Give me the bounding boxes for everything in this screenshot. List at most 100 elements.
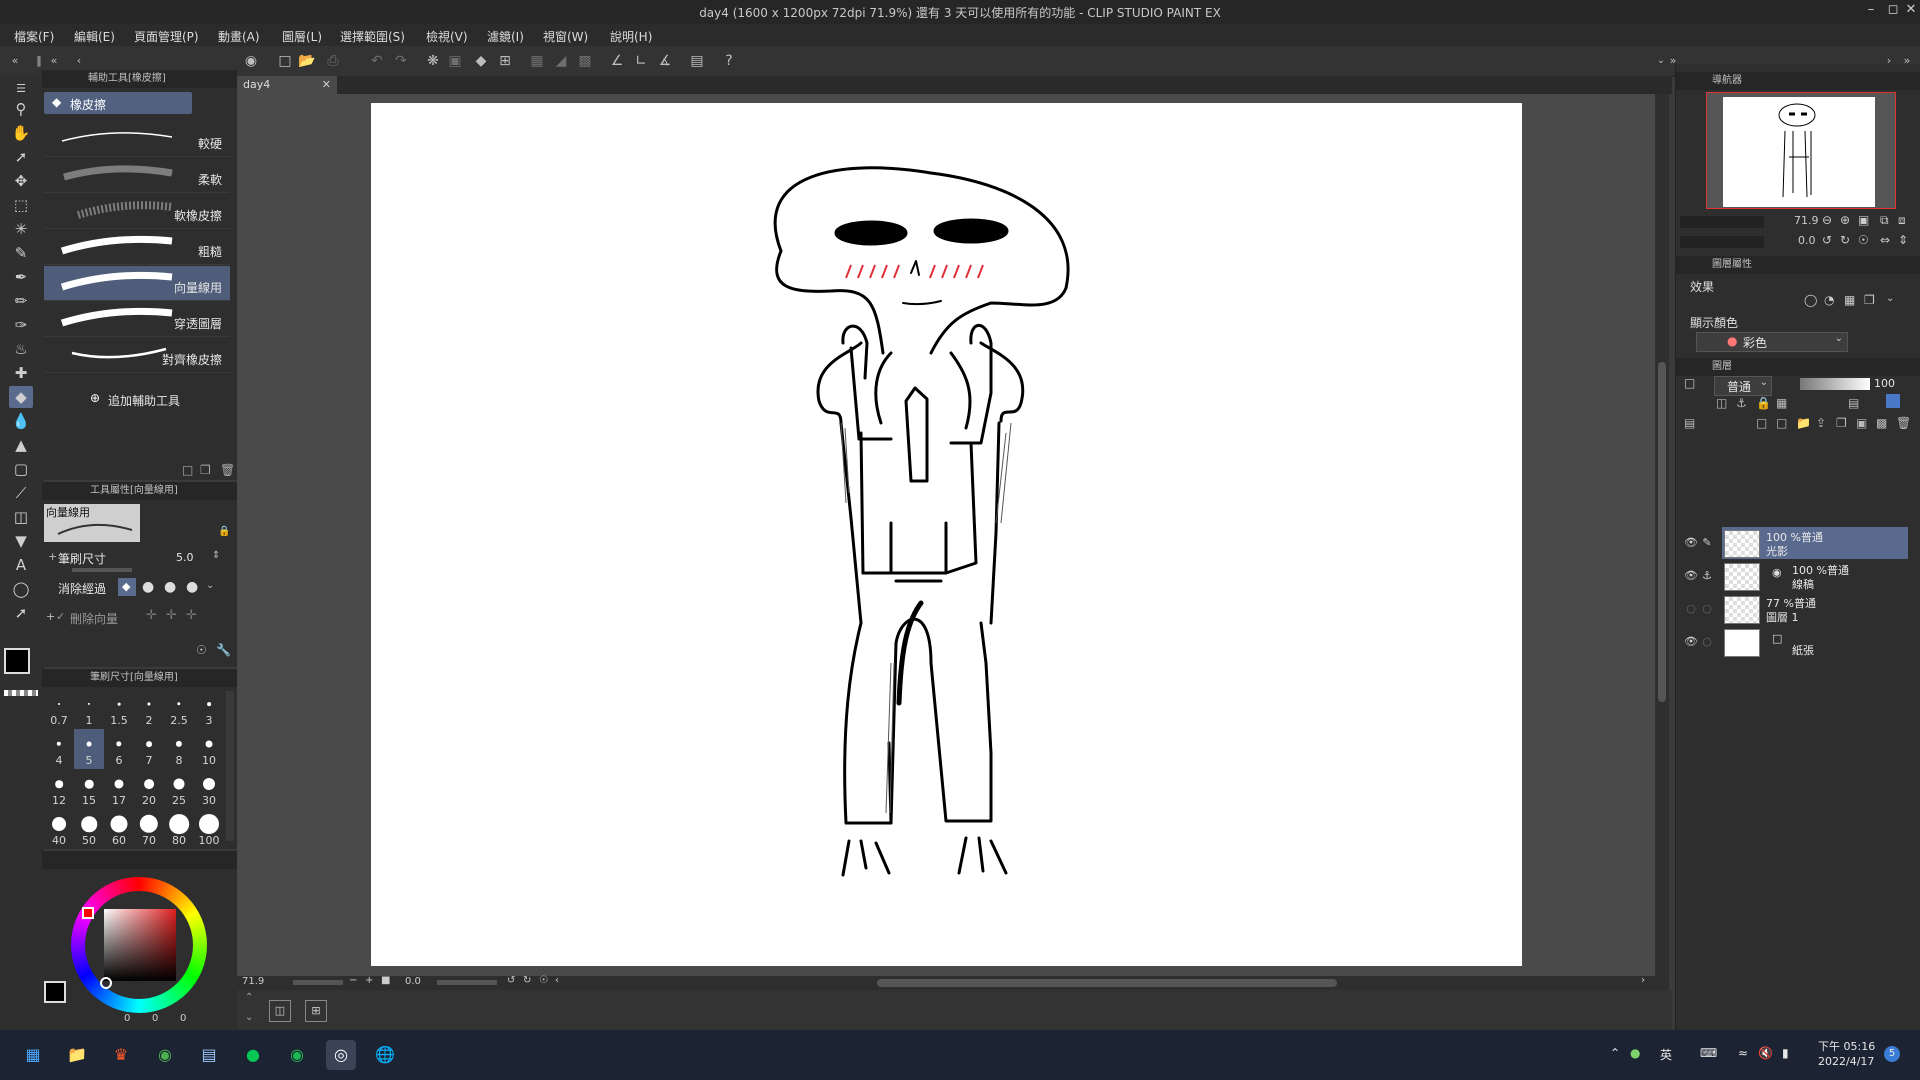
brush-size-option[interactable]: 60 — [104, 809, 134, 849]
saturation-value-square[interactable] — [104, 909, 176, 981]
navigator-preview[interactable] — [1706, 92, 1896, 209]
eye-icon[interactable]: 👁 — [1684, 569, 1698, 583]
document-tab[interactable]: day4 ✕ — [237, 76, 337, 94]
fit-window-icon[interactable]: ⊞ — [305, 1000, 327, 1022]
brush-item-vector[interactable]: 向量線用 — [44, 266, 230, 301]
copy-subtool-icon[interactable]: □ — [182, 463, 193, 477]
layer-color-icon[interactable]: □ — [1684, 376, 1695, 390]
brush-size-option[interactable]: 100 — [194, 809, 224, 849]
balloon-tool-icon[interactable]: ◯ — [9, 578, 33, 600]
menu-edit[interactable]: 編輯(E) — [74, 28, 115, 45]
layer-panel-menu-icon[interactable]: ▤ — [1684, 416, 1695, 430]
clock-time[interactable]: 下午 05:16 — [1818, 1038, 1875, 1054]
menu-icon[interactable]: ☰ — [9, 78, 33, 100]
chevron-left-icon[interactable]: ‹ — [70, 52, 88, 70]
figure-tool-icon[interactable]: ⟋ — [9, 482, 33, 504]
size-stepper-icon[interactable]: ⇕ — [212, 550, 220, 561]
brush-size-option[interactable]: 17 — [104, 769, 134, 809]
panel-toggle-icon[interactable]: ◫ — [269, 1000, 291, 1022]
lock-icon[interactable]: 🔒 — [218, 526, 230, 537]
reset-rotation-icon[interactable]: ☉ — [1858, 233, 1869, 247]
auto-select-icon[interactable]: ✳ — [9, 218, 33, 240]
brush-size-value[interactable]: 5.0 — [176, 551, 194, 564]
new-folder-icon[interactable]: 📁 — [1796, 416, 1811, 430]
opacity-slider[interactable] — [1800, 378, 1870, 390]
transparent-color-swatch[interactable] — [4, 690, 38, 696]
brush-size-option[interactable]: 8 — [164, 729, 194, 769]
menu-view[interactable]: 檢視(V) — [426, 28, 468, 45]
navigator-rotation-slider[interactable] — [1680, 236, 1764, 248]
brush-size-option[interactable]: 6 — [104, 729, 134, 769]
chevron-down-icon[interactable]: ⌄ — [1886, 293, 1894, 304]
layer-row[interactable]: 77 %普通 圖層 1 — [1722, 593, 1908, 625]
subtool-group-eraser[interactable]: ◆ 橡皮擦 — [44, 92, 192, 114]
grid-snap-icon[interactable]: ∡ — [656, 52, 674, 70]
eye-hidden-icon[interactable]: ○ — [1684, 602, 1698, 616]
reset-rotation-icon[interactable]: ☉ — [539, 975, 548, 986]
brush-size-option[interactable]: 0.7 — [44, 689, 74, 729]
brush-size-option[interactable]: 3 — [194, 689, 224, 729]
rotation-readout[interactable]: 0.0 — [405, 976, 421, 987]
fit-icon[interactable]: ▣ — [1858, 213, 1869, 227]
windows-start-icon[interactable]: ▦ — [18, 1040, 48, 1070]
rotation-slider[interactable] — [437, 980, 497, 985]
trash-icon[interactable]: 🗑 — [1896, 416, 1911, 430]
delete-vector-option-icon[interactable]: ✛ — [146, 608, 157, 623]
delete-vector-option-icon[interactable]: ✛ — [166, 608, 177, 623]
volume-muted-icon[interactable]: 🔇 — [1758, 1046, 1773, 1060]
lock-icon[interactable]: 🔒 — [1756, 396, 1771, 410]
brush-size-option[interactable]: 50 — [74, 809, 104, 849]
reset-icon[interactable]: ☉ — [196, 643, 207, 657]
trash-icon[interactable]: 🗑 — [220, 463, 235, 477]
hue-handle[interactable] — [82, 907, 94, 919]
close-icon[interactable]: ✕ — [1900, 2, 1920, 17]
brush-item-soft-eraser[interactable]: 軟橡皮擦 — [44, 194, 230, 229]
airbrush-icon[interactable]: ♨ — [9, 338, 33, 360]
rotate-left-icon[interactable]: ↺ — [1822, 233, 1832, 247]
new-raster-layer-icon[interactable]: □ — [1756, 416, 1767, 430]
rotate-left-icon[interactable]: ↺ — [507, 975, 515, 986]
erase-mode-option-3[interactable]: ● — [164, 579, 176, 595]
menu-selection[interactable]: 選擇範圍(S) — [340, 28, 405, 45]
clip-studio-icon[interactable]: ◉ — [242, 52, 260, 70]
brave-browser-icon[interactable]: ♛ — [106, 1040, 136, 1070]
zoom-in-icon[interactable]: ⊕ — [1840, 213, 1850, 227]
brush-size-option[interactable]: 20 — [134, 769, 164, 809]
merge-down-icon[interactable]: ❐ — [1836, 416, 1847, 430]
blend-mode-dropdown[interactable]: 普通 ⌄ — [1714, 376, 1772, 396]
fit-navigator-icon[interactable]: ⧈ — [1898, 213, 1906, 228]
brush-item-rough[interactable]: 粗糙 — [44, 230, 230, 265]
add-mask-icon[interactable]: ▣ — [1856, 416, 1867, 430]
fit-icon[interactable]: ■ — [381, 975, 390, 986]
delete-vector-option-icon[interactable]: ✛ — [186, 608, 197, 623]
frame-border-icon[interactable]: ◫ — [9, 506, 33, 528]
zoom-slider[interactable] — [293, 980, 343, 985]
brush-size-option[interactable]: 25 — [164, 769, 194, 809]
file-explorer-icon[interactable]: 📁 — [62, 1040, 92, 1070]
chevron-down-icon[interactable]: ⌄ — [206, 580, 214, 591]
fill-icon[interactable]: ◆ — [472, 52, 490, 70]
menu-page[interactable]: 頁面管理(P) — [134, 28, 199, 45]
scroll-right-icon[interactable]: › — [1641, 975, 1645, 986]
canvas-paper[interactable] — [371, 103, 1522, 966]
brush-size-option[interactable]: 2 — [134, 689, 164, 729]
chevron-up-icon[interactable]: ⌃ — [1610, 1046, 1620, 1060]
invert-selection-icon[interactable]: ◢ — [552, 52, 570, 70]
brush-size-option[interactable]: 7 — [134, 729, 164, 769]
flip-horizontal-icon[interactable]: ⇔ — [1880, 233, 1890, 247]
redo-icon[interactable]: ↷ — [392, 52, 410, 70]
layer-color-swatch[interactable] — [1886, 394, 1900, 408]
line-tray-icon[interactable]: ● — [1630, 1046, 1640, 1060]
brush-size-option[interactable]: 70 — [134, 809, 164, 849]
line-app-icon[interactable]: ● — [238, 1040, 268, 1070]
collapse-left-icon[interactable]: « — [6, 52, 24, 70]
opacity-value[interactable]: 100 — [1874, 377, 1895, 390]
flip-vertical-icon[interactable]: ⇕ — [1898, 233, 1908, 247]
minimize-icon[interactable]: – — [1860, 2, 1882, 17]
brush-size-option[interactable]: 4 — [44, 729, 74, 769]
tool-preset-preview[interactable]: 向量線用 — [44, 504, 140, 542]
zoom-tool-icon[interactable]: ⚲ — [9, 98, 33, 120]
rotate-right-icon[interactable]: ↻ — [1840, 233, 1850, 247]
notification-badge[interactable]: 5 — [1884, 1046, 1900, 1062]
menu-filter[interactable]: 濾鏡(I) — [487, 28, 524, 45]
